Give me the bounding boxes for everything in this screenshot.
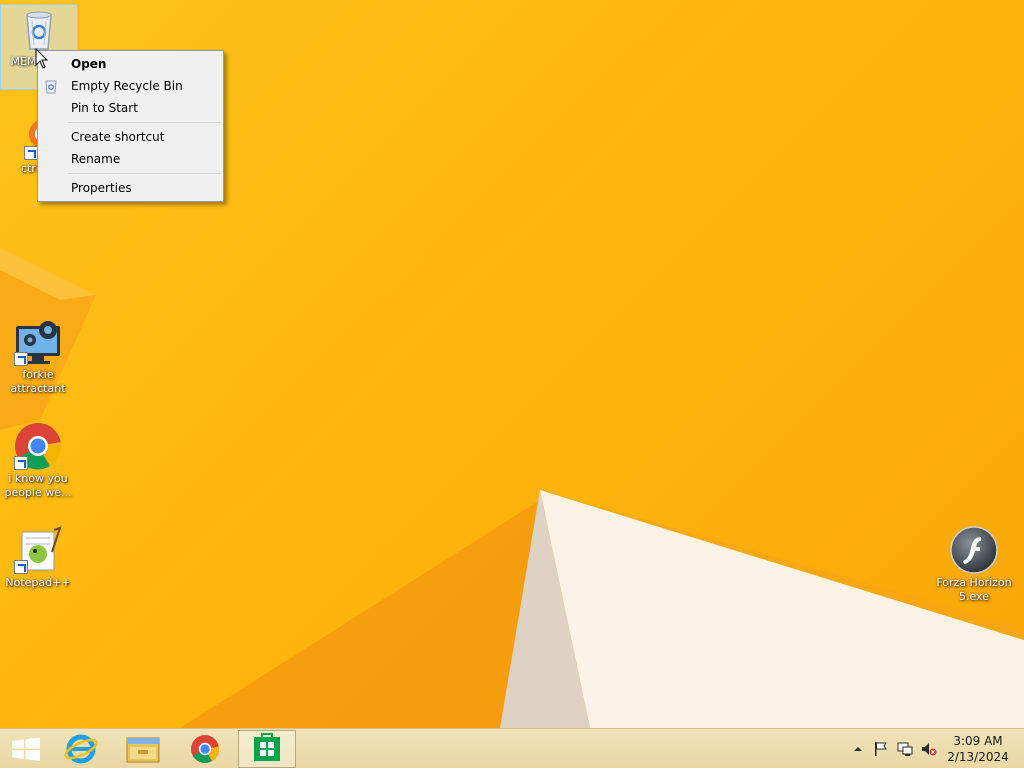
context-menu: Open Empty Recycle Bin Pin to Start Crea… bbox=[37, 50, 224, 202]
computer-settings-icon bbox=[14, 318, 62, 366]
desktop-icon-notepadplusplus[interactable]: Notepad++ bbox=[0, 526, 76, 590]
menu-item-label: Properties bbox=[71, 181, 132, 195]
desktop-icon-chrome-shortcut[interactable]: i know you people we... bbox=[0, 422, 76, 500]
desktop-icon-label: Notepad++ bbox=[5, 576, 71, 589]
menu-item-properties[interactable]: Properties bbox=[38, 177, 223, 199]
internet-explorer-icon bbox=[64, 734, 98, 764]
flag-icon bbox=[875, 742, 887, 756]
desktop[interactable]: MEMZ ctiv ctrl+a for bbox=[0, 0, 1024, 728]
action-center-button[interactable] bbox=[873, 741, 889, 757]
menu-item-open[interactable]: Open bbox=[38, 53, 223, 75]
shortcut-arrow-icon bbox=[14, 560, 28, 574]
flash-icon bbox=[950, 526, 998, 574]
start-button[interactable] bbox=[0, 730, 58, 768]
taskbar-clock[interactable]: 3:09 AM 2/13/2024 bbox=[946, 733, 1010, 765]
menu-item-pin-to-start[interactable]: Pin to Start bbox=[38, 97, 223, 119]
menu-item-label: Create shortcut bbox=[71, 130, 165, 144]
taskbar-chrome[interactable] bbox=[176, 730, 234, 768]
store-icon bbox=[254, 733, 280, 761]
taskbar-file-explorer[interactable] bbox=[114, 730, 172, 768]
menu-separator bbox=[68, 122, 221, 123]
menu-item-label: Open bbox=[71, 57, 107, 71]
notepadplusplus-icon bbox=[14, 526, 62, 574]
desktop-icon-forkie-attractant[interactable]: forkie attractant bbox=[0, 318, 76, 396]
windows-logo-icon bbox=[12, 737, 40, 761]
recycle-bin-small-icon bbox=[43, 78, 59, 94]
chrome-icon bbox=[14, 422, 62, 470]
speaker-muted-icon bbox=[922, 743, 937, 756]
network-icon bbox=[897, 742, 913, 756]
network-button[interactable] bbox=[897, 741, 913, 757]
taskbar-internet-explorer[interactable] bbox=[52, 730, 110, 768]
file-explorer-icon bbox=[126, 737, 160, 763]
taskbar-store[interactable] bbox=[238, 730, 296, 768]
chrome-icon bbox=[191, 735, 220, 763]
volume-button[interactable] bbox=[921, 741, 937, 757]
menu-item-label: Rename bbox=[71, 152, 121, 166]
desktop-icon-label: Forza Horizon 5.exe bbox=[936, 576, 1012, 603]
clock-date: 2/13/2024 bbox=[947, 750, 1009, 764]
clock-time: 3:09 AM bbox=[953, 734, 1003, 748]
menu-item-empty-recycle-bin[interactable]: Empty Recycle Bin bbox=[38, 75, 223, 97]
shortcut-arrow-icon bbox=[24, 146, 38, 160]
menu-separator bbox=[68, 173, 221, 174]
menu-item-create-shortcut[interactable]: Create shortcut bbox=[38, 126, 223, 148]
menu-item-label: Pin to Start bbox=[71, 101, 138, 115]
recycle-bin-icon bbox=[15, 5, 63, 53]
desktop-icon-label: forkie attractant bbox=[10, 368, 66, 395]
shortcut-arrow-icon bbox=[14, 456, 28, 470]
shortcut-arrow-icon bbox=[14, 352, 28, 366]
desktop-icon-forza-horizon[interactable]: Forza Horizon 5.exe bbox=[936, 526, 1012, 604]
desktop-icon-label: i know you people we... bbox=[4, 472, 72, 499]
chevron-up-icon bbox=[854, 747, 862, 751]
mouse-cursor-icon bbox=[35, 48, 49, 69]
menu-item-rename[interactable]: Rename bbox=[38, 148, 223, 170]
menu-item-label: Empty Recycle Bin bbox=[71, 79, 183, 93]
show-hidden-icons-button[interactable] bbox=[850, 741, 866, 757]
taskbar: 3:09 AM 2/13/2024 bbox=[0, 728, 1024, 768]
